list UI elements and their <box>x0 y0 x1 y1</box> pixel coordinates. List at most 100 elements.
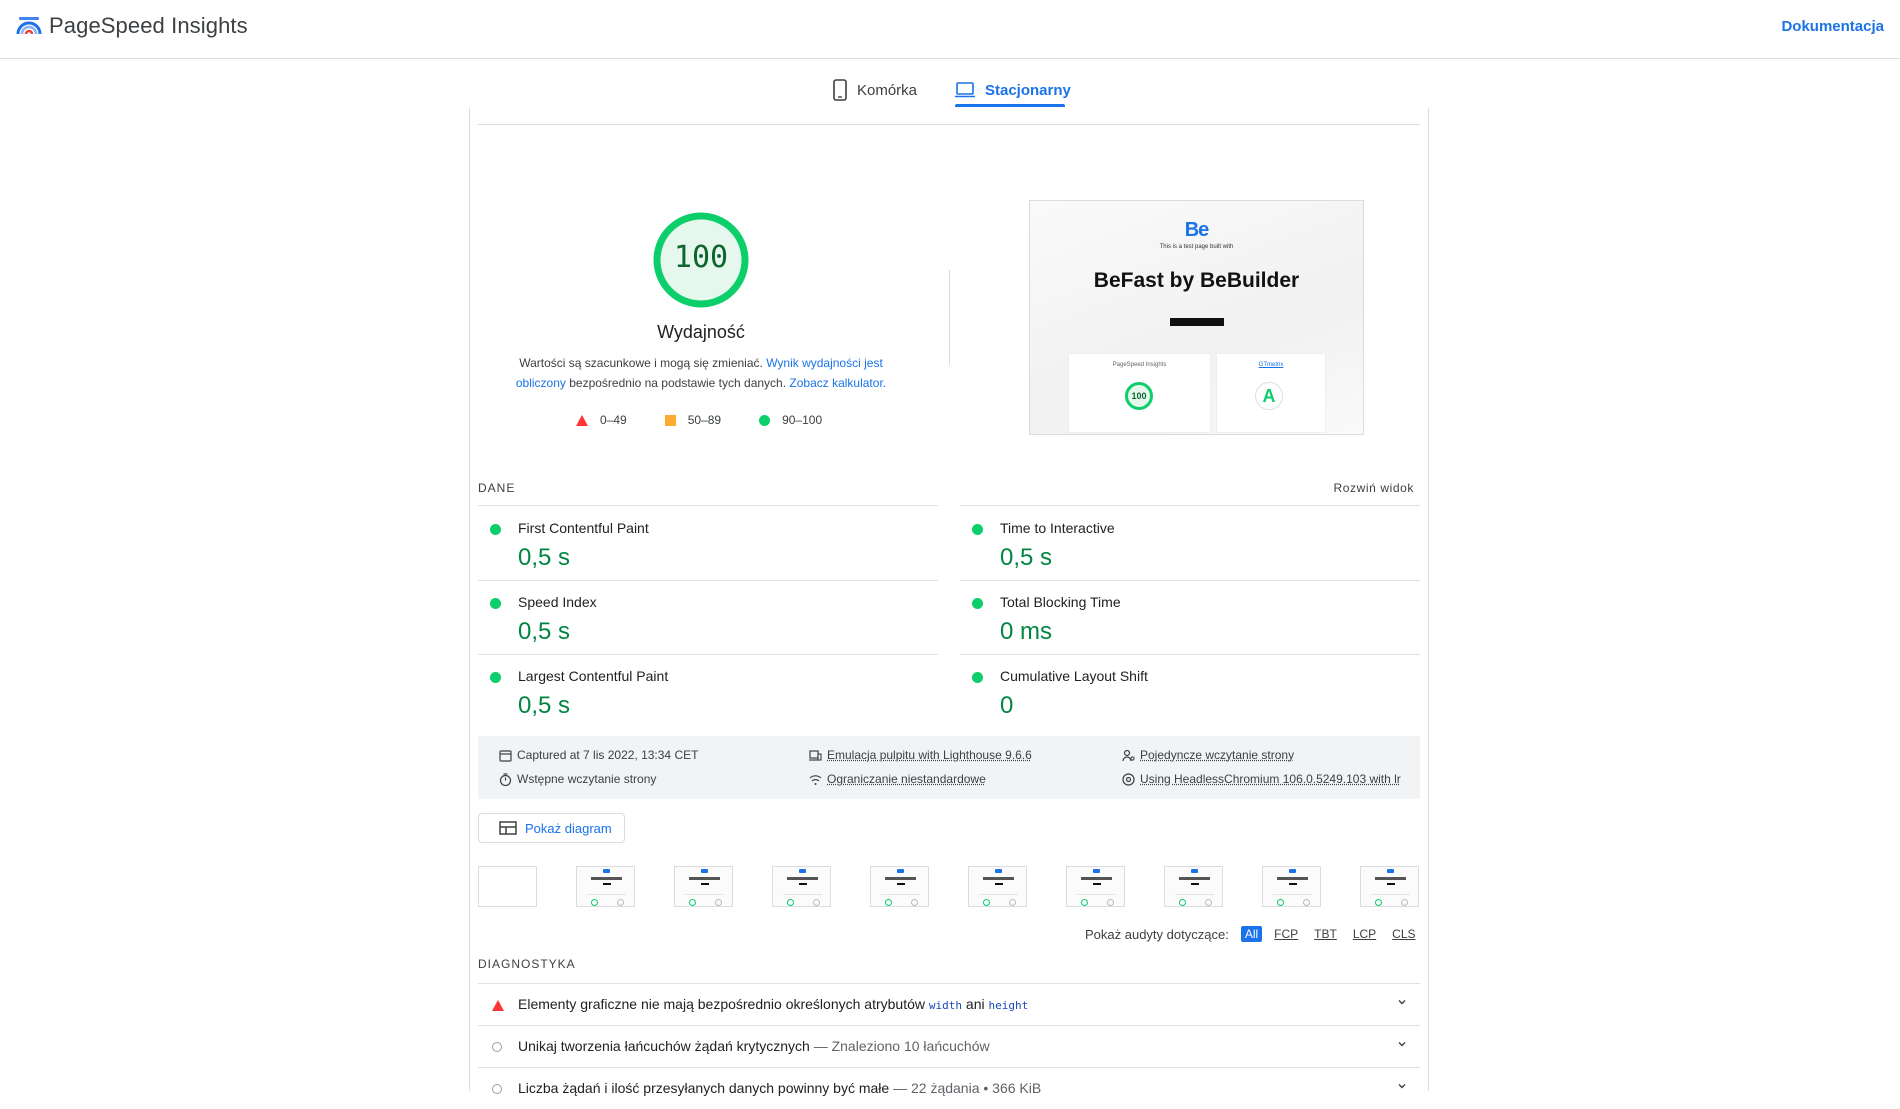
legend-pass: 90–100 <box>759 413 822 427</box>
chrome-icon <box>1122 772 1135 786</box>
divider <box>478 124 1420 125</box>
info-text: Captured at 7 lis 2022, 13:34 CET <box>517 748 699 762</box>
pass-circle-icon <box>490 524 501 535</box>
audit-row[interactable]: Liczba żądań i ilość przesyłanych danych… <box>478 1067 1420 1109</box>
legend-average: 50–89 <box>664 413 722 427</box>
filmstrip-frame <box>968 866 1027 907</box>
metrics-section-label: DANE <box>478 481 516 495</box>
info-text: Ograniczanie niestandardowe <box>827 772 986 786</box>
calendar-icon <box>499 749 512 762</box>
brand-title[interactable]: PageSpeed Insights <box>49 13 248 39</box>
top-bar: PageSpeed Insights Dokumentacja <box>0 0 1900 59</box>
chevron-down-icon[interactable] <box>1398 1040 1406 1048</box>
laptop-icon <box>955 82 975 98</box>
metric-name: Time to Interactive <box>1000 520 1115 536</box>
metric-name: Speed Index <box>518 594 597 610</box>
filter-lcp[interactable]: LCP <box>1349 926 1380 942</box>
info-captured: Captured at 7 lis 2022, 13:34 CET <box>499 748 698 762</box>
active-tab-indicator <box>955 104 1065 107</box>
filmstrip-frame <box>772 866 831 907</box>
desc-text: bezpośrednio na podstawie tych danych. <box>565 376 790 390</box>
metric-speed-index: Speed Index 0,5 s <box>478 580 938 654</box>
info-circle-icon <box>492 1084 502 1094</box>
chevron-down-icon[interactable] <box>1398 998 1406 1006</box>
filmstrip-frame <box>1164 866 1223 907</box>
info-text: Using HeadlessChromium 106.0.5249.103 wi… <box>1140 772 1401 786</box>
calculator-link[interactable]: Zobacz kalkulator. <box>789 376 886 390</box>
documentation-link[interactable]: Dokumentacja <box>1781 18 1884 35</box>
metric-value: 0,5 s <box>1000 544 1053 571</box>
audit-filter: Pokaż audyty dotyczące: All FCP TBT LCP … <box>1085 926 1420 942</box>
preview-grade: A <box>1255 382 1283 410</box>
show-diagram-button[interactable]: Pokaż diagram <box>478 813 625 843</box>
audit-row[interactable]: Unikaj tworzenia łańcuchów żądań krytycz… <box>478 1025 1420 1067</box>
tab-desktop[interactable]: Stacjonarny <box>955 72 1071 108</box>
info-browser[interactable]: Using HeadlessChromium 106.0.5249.103 wi… <box>1122 772 1401 786</box>
score-title: Wydajność <box>657 322 745 342</box>
info-emulation[interactable]: Emulacja pulpitu with Lighthouse 9.6.6 <box>809 748 1032 762</box>
run-info-box: Captured at 7 lis 2022, 13:34 CET Wstępn… <box>478 736 1420 799</box>
audit-row[interactable]: Elementy graficzne nie mają bezpośrednio… <box>478 983 1420 1025</box>
show-diagram-label: Pokaż diagram <box>525 820 612 836</box>
pagespeed-logo-icon[interactable] <box>16 14 42 40</box>
preview-small-text: This is a test page built with <box>1159 244 1234 250</box>
filmstrip-frame <box>576 866 635 907</box>
audit-subtitle: — 22 żądania • 366 KiB <box>889 1080 1042 1096</box>
audit-title: Unikaj tworzenia łańcuchów żądań krytycz… <box>518 1038 990 1054</box>
score-value: 100 <box>673 240 729 275</box>
filmstrip-frame <box>674 866 733 907</box>
metric-name: Total Blocking Time <box>1000 594 1121 610</box>
legend-fail: 0–49 <box>576 413 627 427</box>
triangle-icon <box>576 414 588 426</box>
chevron-down-icon[interactable] <box>1398 1082 1406 1090</box>
audit-text: ani <box>962 996 989 1012</box>
preview-subtext <box>1030 299 1363 304</box>
wifi-icon <box>809 774 822 785</box>
metric-name: Cumulative Layout Shift <box>1000 668 1148 684</box>
circle-icon <box>759 414 771 426</box>
metric-value: 0,5 s <box>518 544 571 571</box>
vertical-divider <box>949 270 950 365</box>
audit-subtitle: — Znaleziono 10 łańcuchów <box>809 1038 990 1054</box>
tab-mobile[interactable]: Komórka <box>833 72 917 108</box>
person-icon <box>1122 749 1135 761</box>
info-single-load[interactable]: Pojedyncze wczytanie strony <box>1122 748 1294 762</box>
tab-desktop-label: Stacjonarny <box>985 81 1071 99</box>
filter-fcp[interactable]: FCP <box>1270 926 1302 942</box>
preview-card-pagespeed: PageSpeed Insights 100 <box>1068 353 1211 433</box>
metric-value: 0,5 s <box>518 692 571 719</box>
metric-value: 0 ms <box>1000 618 1053 645</box>
info-throttling[interactable]: Ograniczanie niestandardowe <box>809 772 986 786</box>
audit-text: Elementy graficzne nie mają bezpośrednio… <box>518 996 929 1012</box>
pass-circle-icon <box>972 524 983 535</box>
filmstrip-frame <box>1066 866 1125 907</box>
pass-circle-icon <box>972 598 983 609</box>
metric-value: 0,5 s <box>518 618 571 645</box>
pass-circle-icon <box>490 672 501 683</box>
metric-name: First Contentful Paint <box>518 520 649 536</box>
expand-view-toggle[interactable]: Rozwiń widok <box>1333 481 1414 495</box>
info-initial-load: Wstępne wczytanie strony <box>499 772 656 786</box>
page-screenshot-preview: Be This is a test page built with BeFast… <box>1029 200 1364 435</box>
preview-card-label: GTmetrix <box>1258 362 1284 368</box>
filmstrip-frame <box>1262 866 1321 907</box>
audit-code: height <box>988 999 1029 1012</box>
devices-icon <box>809 749 822 761</box>
filter-tbt[interactable]: TBT <box>1310 926 1341 942</box>
preview-card-gtmetrix: GTmetrix A <box>1216 353 1326 433</box>
legend-range: 50–89 <box>687 413 722 427</box>
diagnostics-label: DIAGNOSTYKA <box>478 957 576 971</box>
audit-text: Liczba żądań i ilość przesyłanych danych… <box>518 1080 890 1096</box>
audit-filter-label: Pokaż audyty dotyczące: <box>1085 926 1229 942</box>
filter-cls[interactable]: CLS <box>1388 926 1419 942</box>
preview-button <box>1170 318 1224 326</box>
phone-icon <box>833 79 847 101</box>
score-description: Wartości są szacunkowe i mogą się zmieni… <box>510 353 892 393</box>
metric-name: Largest Contentful Paint <box>518 668 669 684</box>
info-text: Wstępne wczytanie strony <box>517 772 657 786</box>
filter-all[interactable]: All <box>1240 926 1263 942</box>
audit-code: width <box>928 999 963 1012</box>
metric-fcp: First Contentful Paint 0,5 s <box>478 506 938 580</box>
audit-title: Liczba żądań i ilość przesyłanych danych… <box>518 1080 1041 1096</box>
score-legend: 0–49 50–89 90–100 <box>576 413 860 427</box>
